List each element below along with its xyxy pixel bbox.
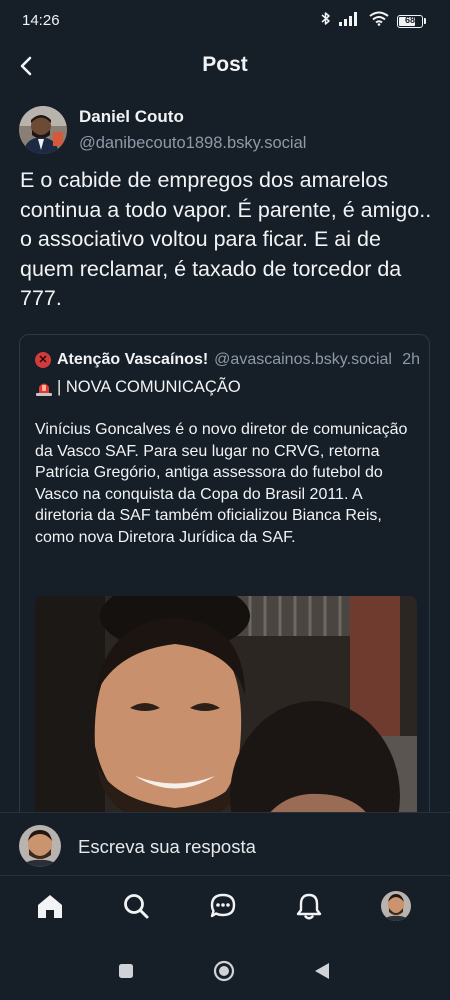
quote-timestamp: 2h: [402, 351, 420, 368]
profile-avatar-image: [381, 891, 411, 921]
status-bar: 14:26 68: [0, 0, 450, 42]
quote-author-handle: @avascainos.bsky.social: [214, 351, 392, 368]
bluetooth-icon: [321, 11, 331, 31]
author-avatar[interactable]: [19, 106, 67, 154]
quote-headline: | NOVA COMUNICAÇÃO: [57, 378, 241, 396]
quote-text: Vinícius Goncalves é o novo diretor de c…: [35, 421, 408, 546]
status-time: 14:26: [22, 12, 60, 29]
page-title: Post: [202, 53, 248, 76]
quote-avatar-icon: [35, 352, 51, 368]
back-triangle-icon[interactable]: [310, 959, 334, 983]
bottom-nav: [0, 876, 450, 940]
signal-icon: [339, 11, 361, 31]
battery-icon: 68: [397, 14, 423, 28]
quote-author-name: Atenção Vascaínos!: [57, 351, 209, 368]
author-handle[interactable]: @danibecouto1898.bsky.social: [79, 134, 306, 153]
profile-avatar[interactable]: [380, 890, 412, 922]
chat-icon[interactable]: [207, 890, 239, 922]
status-icons: 68: [321, 11, 426, 31]
battery-percent: 68: [404, 14, 415, 25]
recents-icon[interactable]: [114, 959, 138, 983]
header: Post: [0, 42, 450, 90]
app-screen: 14:26 68 Post Daniel Couto @danibecouto1…: [0, 0, 450, 1000]
home-icon[interactable]: [34, 890, 66, 922]
bell-icon[interactable]: [293, 890, 325, 922]
wifi-icon: [369, 11, 389, 31]
home-circle-icon[interactable]: [212, 959, 236, 983]
author-name[interactable]: Daniel Couto: [79, 107, 184, 127]
reply-input[interactable]: Escreva sua resposta: [78, 836, 256, 858]
search-icon[interactable]: [120, 890, 152, 922]
reply-bar: Escreva sua resposta: [0, 812, 450, 876]
reply-avatar: [19, 825, 61, 867]
post-text: E o cabide de empregos dos amarelos cont…: [20, 168, 432, 310]
siren-icon: [35, 380, 53, 396]
quote-headline-row: | NOVA COMUNICAÇÃO: [35, 378, 241, 397]
quote-card[interactable]: Atenção Vascaínos! @avascainos.bsky.soci…: [19, 334, 430, 854]
system-nav: [0, 940, 450, 1000]
quote-header: Atenção Vascaínos! @avascainos.bsky.soci…: [35, 351, 420, 369]
battery-tip: [424, 18, 426, 24]
